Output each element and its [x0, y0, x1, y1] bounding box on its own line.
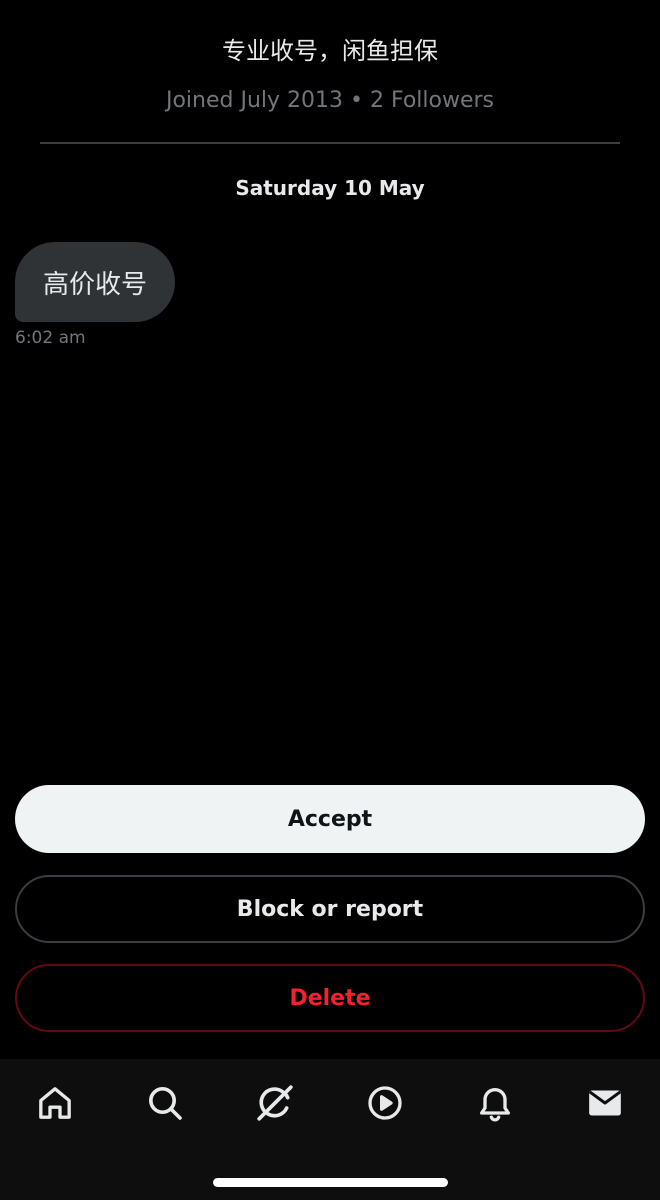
grok-icon — [255, 1083, 295, 1123]
tab-home[interactable] — [31, 1079, 79, 1127]
message-bubble[interactable]: 高价收号 — [15, 242, 176, 322]
tab-messages[interactable] — [581, 1079, 629, 1127]
delete-button[interactable]: Delete — [15, 964, 645, 1032]
tab-video[interactable] — [361, 1079, 409, 1127]
video-icon — [365, 1083, 405, 1123]
tab-grok[interactable] — [251, 1079, 299, 1127]
block-or-report-button[interactable]: Block or report — [15, 875, 645, 943]
profile-joined-followers: Joined July 2013 • 2 Followers — [165, 88, 495, 113]
home-icon — [35, 1083, 75, 1123]
date-separator: Saturday 10 May — [235, 176, 425, 200]
tab-notifications[interactable] — [471, 1079, 519, 1127]
profile-bio: 专业收号，闲鱼担保 — [222, 37, 438, 65]
home-indicator[interactable] — [213, 1178, 448, 1187]
message-timestamp: 6:02 am — [15, 328, 86, 348]
tab-explore[interactable] — [141, 1079, 189, 1127]
notifications-icon — [475, 1083, 515, 1123]
search-icon — [145, 1083, 185, 1123]
messages-icon — [585, 1083, 625, 1123]
header-divider — [40, 142, 620, 144]
accept-button[interactable]: Accept — [15, 785, 645, 853]
